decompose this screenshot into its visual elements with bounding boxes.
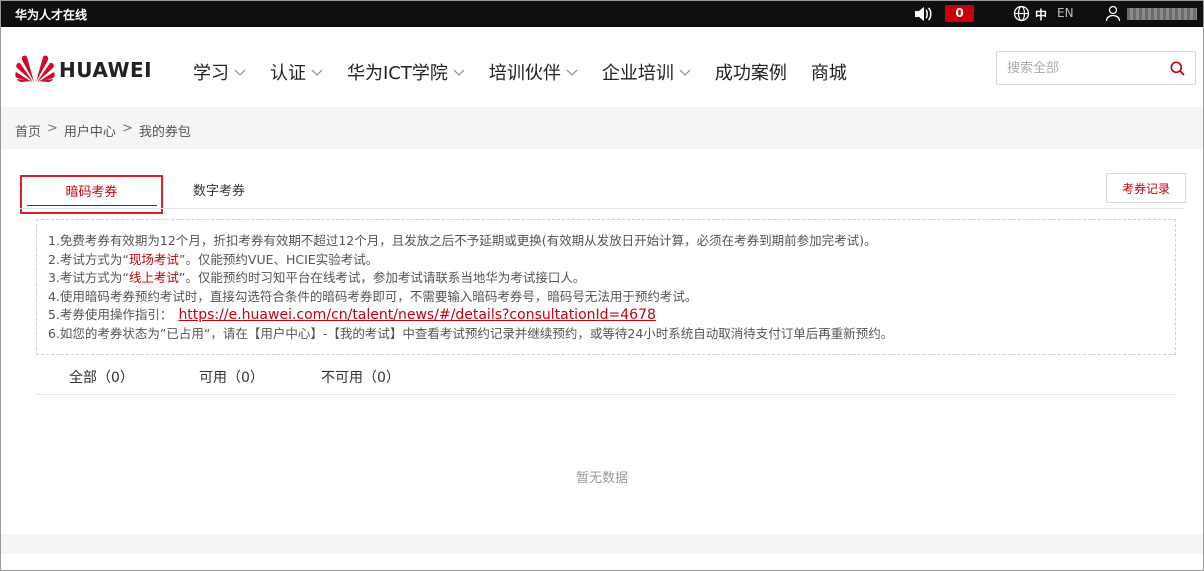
globe-icon bbox=[1013, 5, 1030, 22]
filter-unavailable[interactable]: 不可用（0） bbox=[321, 367, 400, 387]
username-redacted[interactable] bbox=[1127, 8, 1197, 20]
chevron-down-icon bbox=[311, 69, 323, 76]
tab-divider bbox=[20, 208, 1185, 209]
breadcrumb-bar: 首页 > 用户中心 > 我的券包 bbox=[1, 107, 1203, 149]
voucher-panel: 暗码考券 数字考券 考券记录 1.免费考券有效期为12个月，折扣考券有效期不超过… bbox=[1, 149, 1203, 534]
chevron-down-icon bbox=[453, 69, 465, 76]
notice-line-1: 1.免费考券有效期为12个月，折扣考券有效期不超过12个月，且发放之后不予延期或… bbox=[48, 233, 877, 248]
chevron-down-icon bbox=[566, 69, 578, 76]
top-bar: 华为人才在线 0 中 EN bbox=[1, 1, 1203, 27]
breadcrumb-user-center[interactable]: 用户中心 bbox=[64, 121, 116, 140]
notice-line-2: 2.考试方式为“现场考试”。仅能预约VUE、HCIE实验考试。 bbox=[48, 251, 379, 267]
nav-item-enterprise-training[interactable]: 企业培训 bbox=[602, 59, 691, 85]
breadcrumb: 首页 > 用户中心 > 我的券包 bbox=[15, 121, 191, 140]
nav-item-training-partners[interactable]: 培训伙伴 bbox=[489, 59, 578, 85]
huawei-logo-icon[interactable] bbox=[15, 51, 55, 83]
online-exam-highlight: 线上考试 bbox=[128, 270, 179, 286]
lang-zh-option[interactable]: 中 bbox=[1035, 6, 1047, 23]
search-box bbox=[996, 51, 1196, 85]
tab-label: 暗码考券 bbox=[65, 185, 118, 200]
notice-box: 1.免费考券有效期为12个月，折扣考券有效期不超过12个月，且发放之后不予延期或… bbox=[36, 219, 1176, 355]
filter-divider bbox=[36, 394, 1176, 395]
notice-line-5: 5.考券使用操作指引： https://e.huawei.com/cn/talen… bbox=[48, 307, 656, 324]
brand-name[interactable]: HUAWEI bbox=[59, 58, 152, 82]
footer-band bbox=[1, 534, 1203, 554]
notice-line-6: 6.如您的考券状态为”已占用“，请在【用户中心】-【我的考试】中查看考试预约记录… bbox=[48, 325, 894, 341]
search-input[interactable] bbox=[997, 52, 1157, 84]
speaker-icon[interactable] bbox=[913, 5, 933, 23]
user-icon[interactable] bbox=[1105, 5, 1121, 22]
filter-all[interactable]: 全部（0） bbox=[69, 367, 134, 387]
lang-en-option[interactable]: EN bbox=[1057, 6, 1074, 20]
active-tab-underline bbox=[27, 205, 157, 206]
notification-badge[interactable]: 0 bbox=[945, 5, 974, 22]
empty-state: 暂无数据 bbox=[575, 471, 628, 486]
nav-item-ict-academy[interactable]: 华为ICT学院 bbox=[347, 59, 465, 85]
nav-item-study[interactable]: 学习 bbox=[193, 59, 246, 85]
breadcrumb-separator: > bbox=[121, 121, 133, 136]
nav-item-store[interactable]: 商城 bbox=[811, 59, 847, 85]
voucher-record-button[interactable]: 考券记录 bbox=[1106, 173, 1186, 203]
notice-line-3: 3.考试方式为“线上考试”。仅能预约时习知平台在线考试，参加考试请联系当地华为考… bbox=[48, 270, 586, 286]
onsite-exam-highlight: 现场考试 bbox=[128, 251, 179, 267]
search-icon[interactable] bbox=[1170, 61, 1185, 76]
main-header: HUAWEI 学习 认证 华为ICT学院 培训伙伴 企业培训 成功案例 商城 bbox=[1, 27, 1203, 107]
guide-link[interactable]: https://e.huawei.com/cn/talent/news/#/de… bbox=[178, 307, 655, 323]
breadcrumb-separator: > bbox=[47, 121, 58, 136]
breadcrumb-home[interactable]: 首页 bbox=[15, 121, 41, 140]
site-name[interactable]: 华为人才在线 bbox=[15, 6, 87, 23]
tab-digital-voucher[interactable]: 数字考券 bbox=[193, 180, 245, 199]
chevron-down-icon bbox=[679, 69, 691, 76]
filter-available[interactable]: 可用（0） bbox=[199, 367, 264, 387]
breadcrumb-current: 我的券包 bbox=[138, 125, 191, 140]
chevron-down-icon bbox=[234, 69, 246, 76]
main-nav: 学习 认证 华为ICT学院 培训伙伴 企业培训 成功案例 商城 bbox=[193, 59, 847, 85]
nav-item-success-cases[interactable]: 成功案例 bbox=[715, 59, 787, 85]
notice-line-4: 4.使用暗码考券预约考试时，直接勾选符合条件的暗码考券即可，不需要输入暗码考券号… bbox=[48, 288, 698, 304]
nav-item-certification[interactable]: 认证 bbox=[270, 59, 323, 85]
